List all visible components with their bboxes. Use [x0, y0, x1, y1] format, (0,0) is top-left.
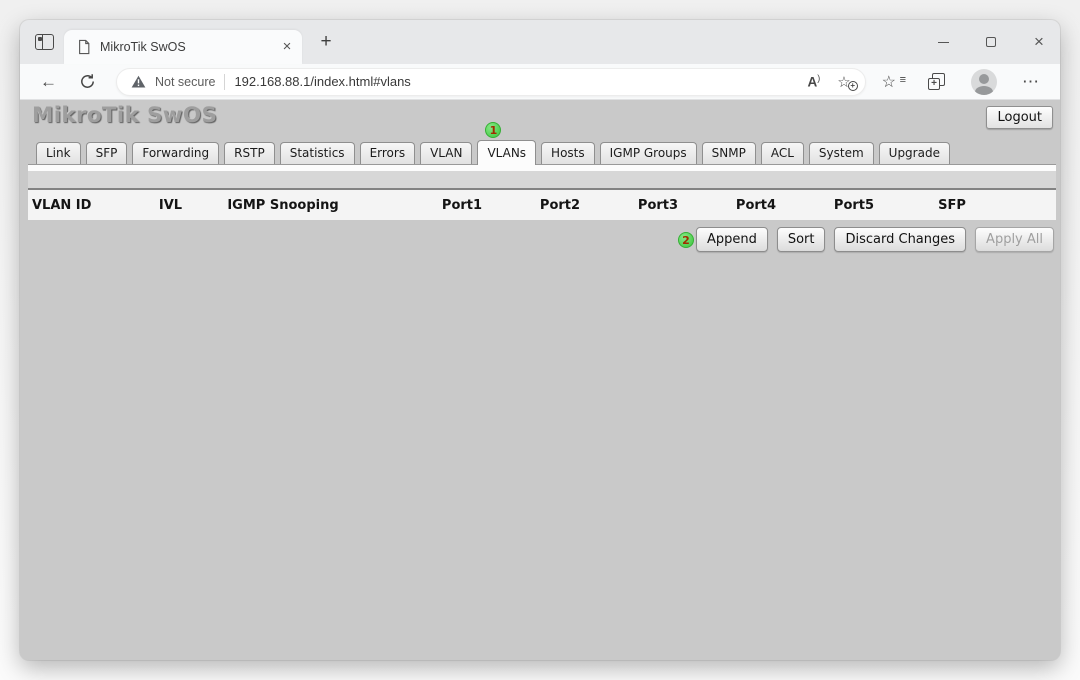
column-port5: Port5	[805, 198, 903, 213]
column-igmp-snooping: IGMP Snooping	[213, 198, 353, 213]
swos-tab-link[interactable]: Link	[36, 142, 81, 164]
tab-title: MikroTik SwOS	[100, 40, 269, 54]
refresh-icon[interactable]	[79, 73, 96, 90]
table-actions-row: 2 Append Sort Discard Changes Apply All	[28, 227, 1056, 252]
panel-top-strip	[28, 164, 1056, 171]
swos-header: MikroTik SwOS Logout	[20, 100, 1060, 138]
tab-actions-icon[interactable]	[35, 34, 54, 50]
favorites-icon[interactable]: ☆≡	[882, 72, 903, 92]
swos-tab-forwarding[interactable]: Forwarding	[132, 142, 219, 164]
toolbar-right-icons: ☆≡ + ⋯	[882, 69, 1040, 95]
browser-toolbar: ← Not secure 192.168.88.1/index.html#vla…	[20, 64, 1060, 100]
swos-tab-acl[interactable]: ACL	[761, 142, 804, 164]
back-icon[interactable]: ←	[40, 72, 57, 92]
tab-close-icon[interactable]: ×	[278, 38, 296, 56]
page-content: MikroTik SwOS Logout Link SFP Forwarding…	[20, 100, 1060, 660]
add-favorite-icon[interactable]: ☆+	[835, 73, 858, 91]
annotation-marker-2: 2	[678, 232, 694, 248]
apply-all-button[interactable]: Apply All	[975, 227, 1054, 252]
swos-tab-errors[interactable]: Errors	[360, 142, 416, 164]
column-port2: Port2	[511, 198, 609, 213]
swos-tab-hosts[interactable]: Hosts	[541, 142, 595, 164]
not-secure-warning-icon[interactable]	[131, 75, 146, 88]
column-ivl: IVL	[128, 198, 213, 213]
column-port4: Port4	[707, 198, 805, 213]
minimize-icon[interactable]	[934, 33, 952, 51]
column-port1: Port1	[413, 198, 511, 213]
collections-icon[interactable]: +	[928, 73, 946, 90]
column-port3: Port3	[609, 198, 707, 213]
vlans-table-header: VLAN ID IVL IGMP Snooping Port1 Port2 Po…	[28, 190, 1056, 220]
sort-button[interactable]: Sort	[777, 227, 826, 252]
close-icon[interactable]: ×	[1030, 33, 1048, 51]
not-secure-label[interactable]: Not secure	[155, 75, 215, 89]
panel-empty-band	[28, 171, 1056, 190]
column-vlan-id: VLAN ID	[28, 198, 128, 213]
swos-logo: MikroTik SwOS	[32, 103, 217, 128]
browser-titlebar: MikroTik SwOS × + ×	[20, 20, 1060, 64]
swos-tab-vlans[interactable]: VLANs 1	[477, 140, 536, 165]
profile-avatar[interactable]	[971, 69, 997, 95]
address-divider	[224, 74, 225, 90]
window-controls: ×	[934, 20, 1048, 64]
page-icon	[77, 39, 91, 55]
swos-tab-rstp[interactable]: RSTP	[224, 142, 275, 164]
address-bar[interactable]: Not secure 192.168.88.1/index.html#vlans…	[116, 68, 866, 96]
swos-tab-system[interactable]: System	[809, 142, 874, 164]
browser-window: MikroTik SwOS × + × ←	[20, 20, 1060, 660]
column-sfp: SFP	[903, 198, 1001, 213]
swos-tab-upgrade[interactable]: Upgrade	[879, 142, 950, 164]
append-button[interactable]: Append	[696, 227, 768, 252]
swos-tab-statistics[interactable]: Statistics	[280, 142, 355, 164]
browser-tab[interactable]: MikroTik SwOS ×	[64, 30, 302, 64]
swos-tab-bar: Link SFP Forwarding RSTP Statistics Erro…	[20, 138, 1056, 164]
maximize-icon[interactable]	[982, 33, 1000, 51]
swos-tab-igmp-groups[interactable]: IGMP Groups	[600, 142, 697, 164]
url-text[interactable]: 192.168.88.1/index.html#vlans	[234, 74, 792, 89]
swos-tab-snmp[interactable]: SNMP	[702, 142, 756, 164]
logout-button[interactable]: Logout	[986, 106, 1053, 129]
discard-changes-button[interactable]: Discard Changes	[834, 227, 966, 252]
read-aloud-icon[interactable]: A)	[801, 73, 826, 90]
swos-tab-vlan[interactable]: VLAN	[420, 142, 472, 164]
more-menu-icon[interactable]: ⋯	[1022, 72, 1040, 92]
new-tab-icon[interactable]: +	[314, 31, 338, 53]
swos-tab-sfp[interactable]: SFP	[86, 142, 128, 164]
